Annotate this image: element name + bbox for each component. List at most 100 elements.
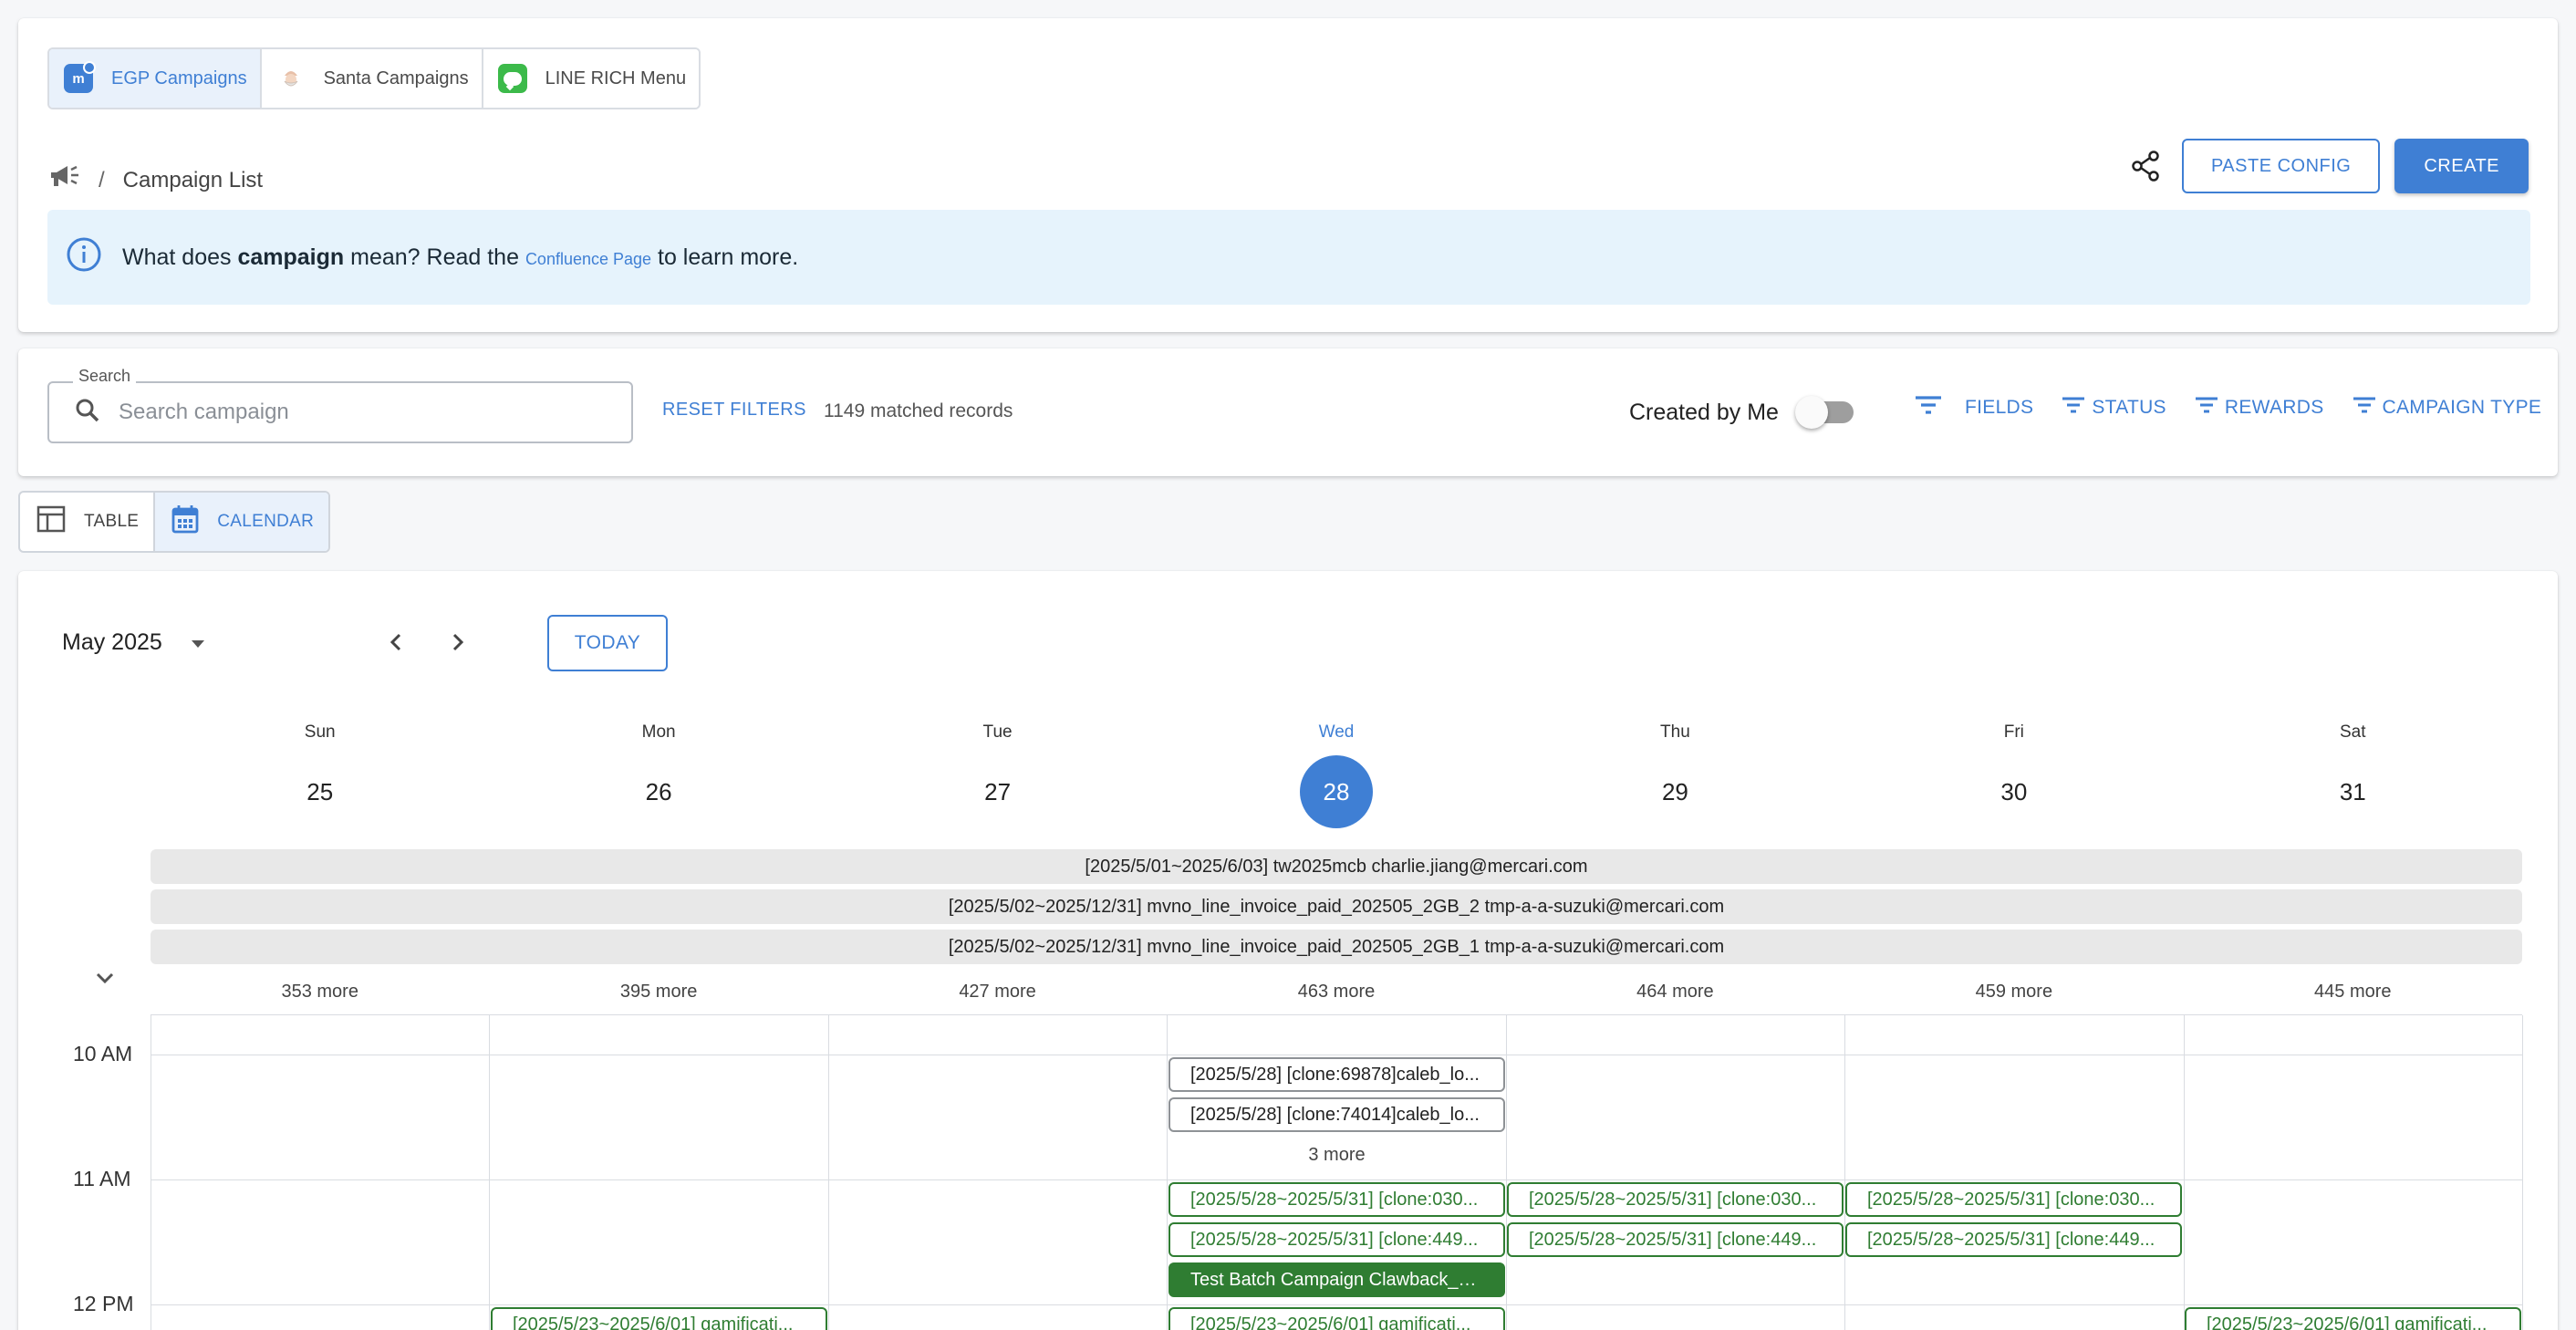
- allday-event[interactable]: [2025/5/01~2025/6/03] tw2025mcb charlie.…: [151, 849, 2522, 884]
- filter-icon: [2061, 395, 2086, 421]
- more-events-link[interactable]: 427 more: [828, 982, 1167, 1003]
- calendar-event[interactable]: [2025/5/28] [clone:74014]caleb_lo...: [1169, 1097, 1505, 1132]
- event-title: [2025/5/28] [clone:69878]caleb_lo...: [1190, 1064, 1480, 1085]
- info-suffix: to learn more.: [658, 244, 799, 270]
- day-header-thu[interactable]: Thu 29: [1506, 722, 1844, 812]
- paste-config-button[interactable]: PASTE CONFIG: [2181, 139, 2381, 193]
- search-field[interactable]: [47, 381, 633, 443]
- calendar-event[interactable]: [2025/5/28~2025/5/31] [clone:449...: [1507, 1222, 1844, 1257]
- line-icon: [497, 64, 527, 93]
- info-middle: mean? Read the: [350, 244, 519, 270]
- event-title: [2025/5/28~2025/5/31] [clone:449...: [1529, 1229, 1817, 1250]
- dropdown-arrow-icon: [190, 629, 206, 656]
- breadcrumb-separator: /: [99, 167, 105, 192]
- allday-event[interactable]: [2025/5/02~2025/12/31] mvno_line_invoice…: [151, 930, 2522, 964]
- app-tab-label: EGP Campaigns: [111, 68, 247, 88]
- matched-records-count: 1149 matched records: [824, 400, 1013, 421]
- breadcrumb: / Campaign List: [49, 164, 263, 196]
- table-view-label: TABLE: [84, 512, 140, 531]
- megaphone-icon[interactable]: [49, 164, 80, 196]
- more-events-link[interactable]: 464 more: [1506, 982, 1844, 1003]
- calendar-event[interactable]: [2025/5/23~2025/6/01] gamificati...: [491, 1307, 827, 1330]
- calendar-event[interactable]: [2025/5/23~2025/6/01] gamificati...: [1169, 1307, 1505, 1330]
- day-name: Sun: [304, 722, 336, 742]
- time-label-10am: 10 AM: [73, 1042, 133, 1065]
- allday-event[interactable]: [2025/5/02~2025/12/31] mvno_line_invoice…: [151, 889, 2522, 924]
- calendar-icon: [171, 504, 199, 539]
- calendar-event[interactable]: [2025/5/28] [clone:69878]caleb_lo...: [1169, 1057, 1505, 1092]
- app-tab-egp-campaigns[interactable]: m EGP Campaigns: [49, 49, 262, 108]
- day-number: 25: [306, 778, 334, 805]
- day-number: 31: [2339, 778, 2366, 805]
- day-name: Tue: [982, 722, 1013, 742]
- event-title: [2025/5/28~2025/5/31] [clone:030...: [1529, 1189, 1817, 1210]
- day-number: 29: [1661, 778, 1688, 805]
- event-title: [2025/5/28~2025/5/31] [clone:030...: [1867, 1189, 2155, 1210]
- search-input[interactable]: [119, 400, 593, 425]
- event-title: [2025/5/28~2025/5/31] [clone:449...: [1190, 1229, 1479, 1250]
- confluence-link[interactable]: Confluence Page: [525, 250, 651, 268]
- time-label-11am: 11 AM: [73, 1167, 131, 1190]
- calendar-event[interactable]: [2025/5/28~2025/5/31] [clone:449...: [1169, 1222, 1505, 1257]
- day-name: Fri: [2003, 722, 2024, 742]
- more-events-link[interactable]: 353 more: [151, 982, 489, 1003]
- rewards-filter-button[interactable]: REWARDS: [2194, 394, 2324, 421]
- more-events-link[interactable]: 395 more: [489, 982, 827, 1003]
- day-name: Mon: [641, 722, 676, 742]
- filter-icon: [1914, 394, 1943, 421]
- day-name: Sat: [2340, 722, 2366, 742]
- status-filter-button[interactable]: STATUS: [2061, 394, 2166, 421]
- calendar-event[interactable]: [2025/5/28~2025/5/31] [clone:030...: [1845, 1182, 2182, 1217]
- calendar-event[interactable]: Test Batch Campaign Clawback_28...: [1169, 1262, 1505, 1297]
- event-title: [2025/5/23~2025/6/01] gamificati...: [513, 1314, 794, 1330]
- filter-buttons: FIELDS STATUS REWARDS CAMPAIGN TYPE: [1914, 394, 2541, 421]
- event-title: [2025/5/28] [clone:74014]caleb_lo...: [1190, 1104, 1480, 1125]
- day-header-tue[interactable]: Tue 27: [828, 722, 1167, 812]
- create-button[interactable]: CREATE: [2394, 139, 2529, 193]
- chevron-right-icon[interactable]: [443, 628, 473, 661]
- search-label: Search: [73, 367, 137, 386]
- day-header-wed[interactable]: Wed 28: [1167, 722, 1505, 828]
- calendar-event[interactable]: [2025/5/28~2025/5/31] [clone:030...: [1169, 1182, 1505, 1217]
- campaign-type-filter-button[interactable]: CAMPAIGN TYPE: [2352, 394, 2542, 421]
- collapse-chevron-icon[interactable]: [91, 969, 119, 992]
- more-events-link[interactable]: 3 more: [1168, 1145, 1506, 1166]
- info-prefix: What does: [122, 244, 232, 270]
- more-events-link[interactable]: 459 more: [1844, 982, 2183, 1003]
- more-events-link[interactable]: 445 more: [2184, 982, 2522, 1003]
- app-tabs: m EGP Campaigns Santa Campaigns LINE RIC…: [47, 47, 701, 109]
- day-header-sat[interactable]: Sat 31: [2184, 722, 2522, 812]
- day-name: Wed: [1318, 722, 1355, 742]
- app-tab-santa-campaigns[interactable]: Santa Campaigns: [261, 49, 483, 108]
- day-header-mon[interactable]: Mon 26: [489, 722, 827, 812]
- fields-filter-button[interactable]: FIELDS: [1914, 394, 2033, 421]
- calendar-view-button[interactable]: CALENDAR: [153, 493, 329, 551]
- share-icon[interactable]: [2127, 148, 2164, 184]
- reset-filters-button[interactable]: RESET FILTERS: [662, 400, 806, 421]
- calendar-event[interactable]: [2025/5/28~2025/5/31] [clone:030...: [1507, 1182, 1844, 1217]
- day-number: 30: [2000, 778, 2028, 805]
- month-label: May 2025: [62, 629, 162, 655]
- today-button[interactable]: TODAY: [547, 615, 668, 671]
- event-title: [2025/5/28~2025/5/31] [clone:030...: [1190, 1189, 1479, 1210]
- app-tab-label: LINE RICH Menu: [545, 68, 687, 88]
- mercari-logo-icon: m: [64, 61, 96, 93]
- rewards-filter-label: REWARDS: [2224, 397, 2324, 418]
- table-view-button[interactable]: TABLE: [20, 493, 153, 551]
- fields-filter-label: FIELDS: [1965, 397, 2034, 418]
- chevron-left-icon[interactable]: [381, 628, 410, 661]
- day-header-sun[interactable]: Sun 25: [151, 722, 489, 812]
- month-selector[interactable]: May 2025: [62, 629, 206, 656]
- day-header-fri[interactable]: Fri 30: [1844, 722, 2183, 812]
- app-tab-line-rich-menu[interactable]: LINE RICH Menu: [483, 49, 700, 108]
- time-label-12pm: 12 PM: [73, 1292, 134, 1315]
- calendar-event[interactable]: [2025/5/23~2025/6/01] gamificati...: [2185, 1307, 2521, 1330]
- app-tab-label: Santa Campaigns: [323, 68, 469, 88]
- created-by-me-toggle[interactable]: [1794, 396, 1861, 429]
- calendar-event[interactable]: [2025/5/28~2025/5/31] [clone:449...: [1845, 1222, 2182, 1257]
- santa-icon: [275, 64, 306, 93]
- info-text: What does campaign mean? Read the Conflu…: [122, 244, 798, 271]
- time-grid[interactable]: [2025/5/28] [clone:69878]caleb_lo... [20…: [151, 1014, 2523, 1330]
- more-events-link[interactable]: 463 more: [1167, 982, 1505, 1003]
- campaign-type-filter-label: CAMPAIGN TYPE: [2382, 397, 2542, 418]
